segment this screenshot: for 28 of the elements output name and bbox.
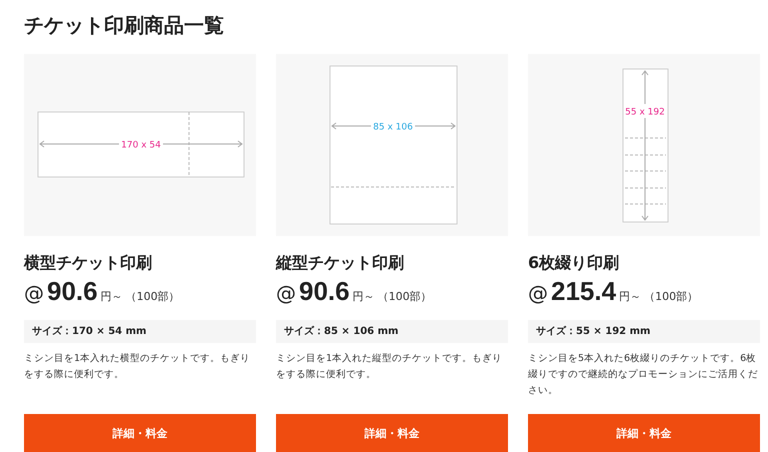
price-unit: 円～ — [619, 289, 642, 305]
product-name: 横型チケット印刷 — [24, 252, 153, 274]
product-description: ミシン目を1本入れた縦型のチケットです。もぎりをする際に便利です。 — [276, 352, 504, 382]
product-description: ミシン目を5本入れた6枚綴りのチケットです。6枚綴りですので継続的なプロモーションにご活用ください。 — [528, 352, 759, 398]
price-unit: 円～ — [100, 289, 123, 305]
dimension-label: 55 x 192 — [625, 108, 665, 118]
price-amount: 90.6 — [47, 276, 98, 306]
size-label: サイズ：170 × 54 mm — [24, 320, 256, 343]
product-name: 6枚綴り印刷 — [528, 252, 620, 274]
quantity-note: （100部） — [126, 289, 180, 305]
page-heading: チケット印刷商品一覧 — [24, 12, 225, 39]
quantity-note: （100部） — [378, 289, 432, 305]
dimension-label: 170 x 54 — [121, 140, 161, 150]
price-amount: 215.4 — [551, 276, 616, 306]
price-unit: 円～ — [352, 289, 375, 305]
product-name: 縦型チケット印刷 — [276, 252, 405, 274]
details-button[interactable]: 詳細・料金 — [276, 414, 508, 452]
size-label: サイズ：55 × 192 mm — [528, 320, 760, 343]
price-prefix: @ — [24, 280, 44, 307]
quantity-note: （100部） — [644, 289, 698, 305]
price-prefix: @ — [528, 280, 548, 307]
size-label: サイズ：85 × 106 mm — [276, 320, 508, 343]
dimension-label: 85 x 106 — [373, 122, 413, 132]
price-prefix: @ — [276, 280, 296, 307]
price-amount: 90.6 — [299, 276, 350, 306]
product-description: ミシン目を1本入れた横型のチケットです。もぎりをする際に便利です。 — [24, 352, 252, 382]
details-button[interactable]: 詳細・料金 — [24, 414, 256, 452]
details-button[interactable]: 詳細・料金 — [528, 414, 760, 452]
